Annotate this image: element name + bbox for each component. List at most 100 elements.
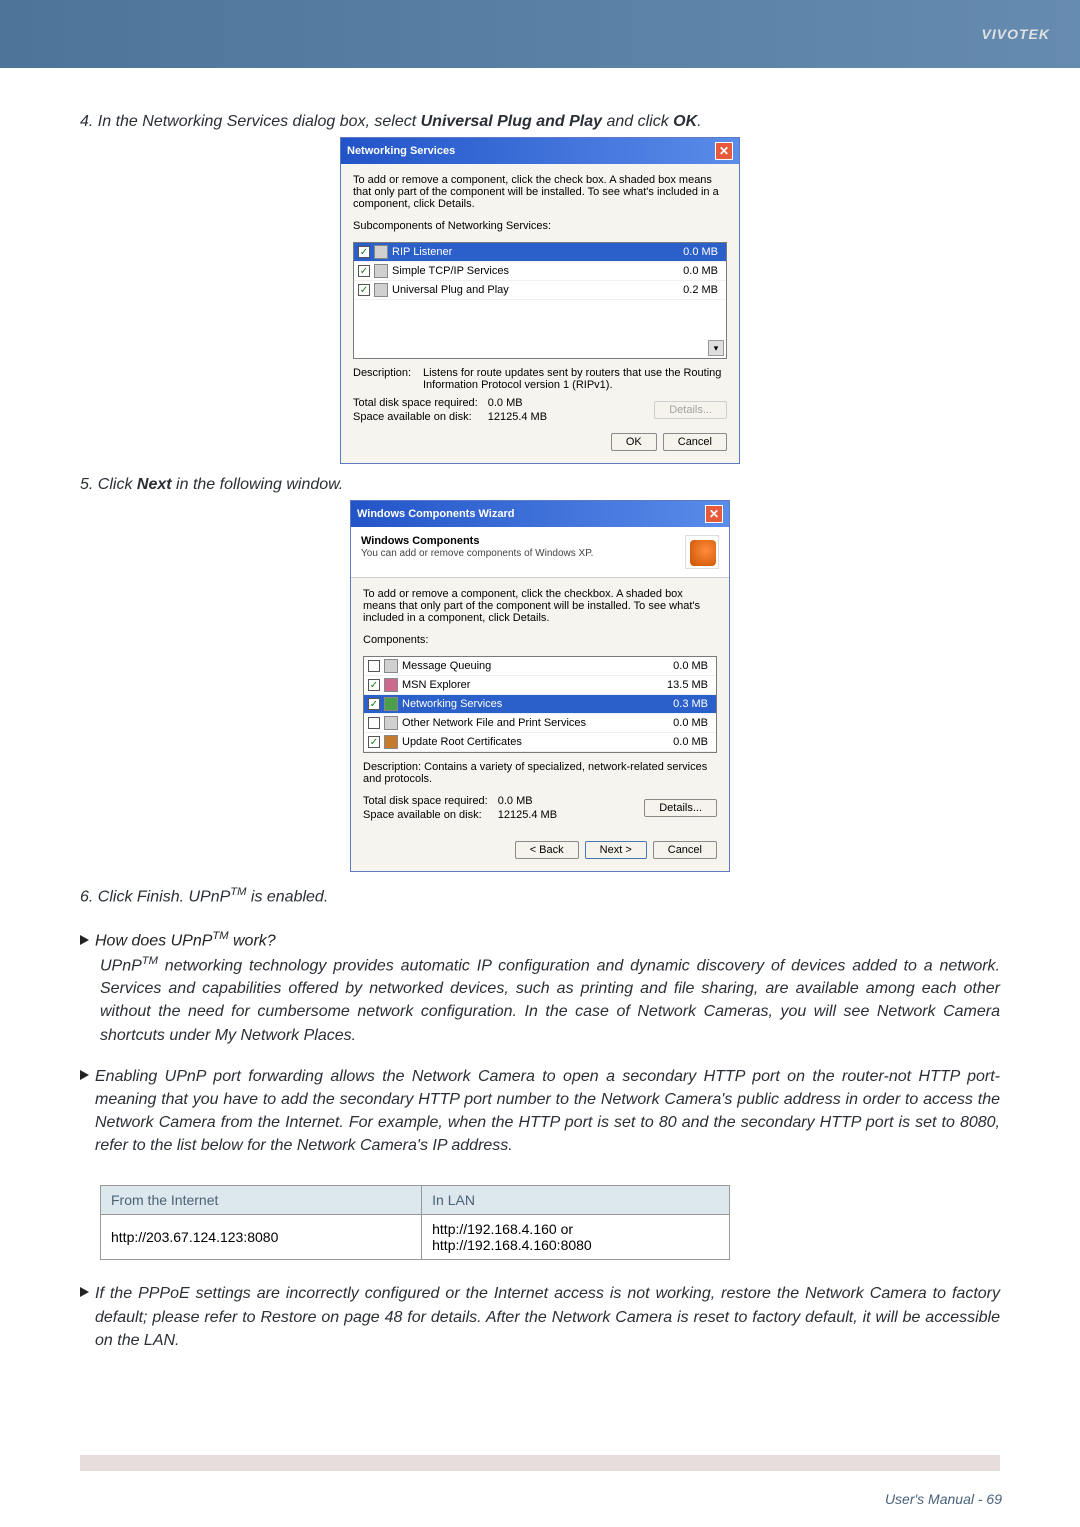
close-icon[interactable]: ✕ [705, 505, 723, 523]
dialog2-subtitle: Windows Components [361, 535, 593, 547]
page-footer: User's Manual - 69 [885, 1491, 1002, 1507]
windows-components-wizard-dialog: Windows Components Wizard ✕ Windows Comp… [350, 500, 730, 872]
dialog1-space-row: Total disk space required: Space availab… [353, 397, 727, 423]
close-icon[interactable]: ✕ [715, 142, 733, 160]
list-item[interactable]: ✓ RIP Listener 0.0 MB [354, 243, 726, 262]
component-icon [384, 716, 398, 730]
bullet-arrow-icon [80, 1287, 89, 1297]
q1-suffix: work? [229, 933, 276, 950]
checkbox-icon[interactable]: ✓ [368, 660, 380, 672]
dialog2-description: Description: Contains a variety of speci… [363, 761, 717, 785]
step4-mid: and click [602, 113, 673, 130]
q1-sup: TM [212, 930, 228, 942]
list-item-label: Update Root Certificates [402, 736, 656, 748]
dialog1-footer: OK Cancel [353, 433, 727, 451]
total-space-label: Total disk space required: [363, 795, 488, 807]
list-item-label: Simple TCP/IP Services [392, 265, 666, 277]
dialog2-intro: To add or remove a component, click the … [363, 588, 717, 624]
total-space-value: 0.0 MB [498, 795, 557, 807]
list-item[interactable]: ✓ Networking Services 0.3 MB [364, 695, 716, 714]
description-value: Listens for route updates sent by router… [423, 367, 727, 391]
component-icon [384, 659, 398, 673]
step4-suffix: . [697, 113, 701, 130]
table-cell-internet: http://203.67.124.123:8080 [101, 1215, 422, 1260]
avail-space-value: 12125.4 MB [488, 411, 547, 423]
step4-bold2: OK [673, 113, 697, 130]
cancel-button[interactable]: Cancel [663, 433, 727, 451]
list-item-label: Other Network File and Print Services [402, 717, 656, 729]
question-row: How does UPnPTM work? [80, 930, 1000, 952]
checkbox-icon[interactable]: ✓ [358, 284, 370, 296]
list-item-label: Universal Plug and Play [392, 284, 666, 296]
step6-sup: TM [230, 886, 246, 898]
checkbox-icon[interactable]: ✓ [368, 679, 380, 691]
dialog1-sublabel: Subcomponents of Networking Services: [353, 220, 727, 232]
table-cell-lan-line2: http://192.168.4.160:8080 [432, 1237, 592, 1253]
list-item[interactable]: ✓ MSN Explorer 13.5 MB [364, 676, 716, 695]
checkbox-icon[interactable]: ✓ [358, 265, 370, 277]
para2: Enabling UPnP port forwarding allows the… [95, 1065, 1000, 1158]
list-item[interactable]: ✓ Simple TCP/IP Services 0.0 MB [354, 262, 726, 281]
header-bar: VIVOTEK [0, 0, 1080, 68]
checkbox-icon[interactable]: ✓ [358, 246, 370, 258]
description-label: Description: [363, 761, 421, 773]
component-icon [374, 264, 388, 278]
component-icon [374, 283, 388, 297]
list-item-label: RIP Listener [392, 246, 666, 258]
checkbox-icon[interactable]: ✓ [368, 717, 380, 729]
next-button[interactable]: Next > [585, 841, 647, 859]
details-button[interactable]: Details... [654, 401, 727, 419]
list-item-label: MSN Explorer [402, 679, 656, 691]
bottom-divider [80, 1455, 1000, 1471]
q1-prefix: How does UPnP [95, 933, 212, 950]
total-space-label: Total disk space required: [353, 397, 478, 409]
scroll-down-icon[interactable]: ▾ [708, 340, 724, 356]
para1-a: UPnP [100, 957, 142, 974]
list-item[interactable]: ✓ Update Root Certificates 0.0 MB [364, 733, 716, 752]
checkbox-icon[interactable]: ✓ [368, 736, 380, 748]
table-cell-lan: http://192.168.4.160 or http://192.168.4… [422, 1215, 730, 1260]
dialog2-subdesc: You can add or remove components of Wind… [361, 548, 593, 559]
step6-suffix: is enabled. [246, 888, 328, 905]
component-icon [384, 735, 398, 749]
step6-bold: Finish [137, 888, 180, 905]
total-space-value: 0.0 MB [488, 397, 547, 409]
details-button[interactable]: Details... [644, 799, 717, 817]
step6-text: 6. Click Finish. UPnPTM is enabled. [80, 886, 1000, 906]
dialog2-complabel: Components: [363, 634, 717, 646]
dialog2-footer: < Back Next > Cancel [351, 833, 729, 871]
avail-space-label: Space available on disk: [363, 809, 488, 821]
table-header-internet: From the Internet [101, 1186, 422, 1215]
list-item[interactable]: ✓ Universal Plug and Play 0.2 MB [354, 281, 726, 300]
step6-mid: . UPnP [180, 888, 231, 905]
step5-suffix: in the following window. [172, 476, 344, 493]
step6-prefix: 6. Click [80, 888, 137, 905]
para1-sup: TM [142, 955, 158, 967]
cancel-button[interactable]: Cancel [653, 841, 717, 859]
list-item-label: Networking Services [402, 698, 656, 710]
checkbox-icon[interactable]: ✓ [368, 698, 380, 710]
step4-bold1: Universal Plug and Play [421, 113, 602, 130]
dialog1-header: Networking Services ✕ [341, 138, 739, 164]
list-item-size: 0.3 MB [656, 698, 712, 710]
dialog1-intro: To add or remove a component, click the … [353, 174, 727, 210]
dialog1-body: To add or remove a component, click the … [341, 164, 739, 463]
description-label: Description: [353, 367, 423, 391]
page-content: 4. In the Networking Services dialog box… [0, 68, 1080, 1370]
back-button[interactable]: < Back [515, 841, 579, 859]
step4-prefix: 4. In the Networking Services dialog box… [80, 113, 421, 130]
list-item-size: 0.0 MB [656, 736, 712, 748]
ok-button[interactable]: OK [611, 433, 657, 451]
para3-row: If the PPPoE settings are incorrectly co… [80, 1282, 1000, 1370]
bullet-arrow-icon [80, 935, 89, 945]
list-item-size: 0.0 MB [656, 717, 712, 729]
dialog2-body: To add or remove a component, click the … [351, 578, 729, 833]
list-item-size: 0.2 MB [666, 284, 722, 296]
list-item[interactable]: ✓ Other Network File and Print Services … [364, 714, 716, 733]
component-icon [384, 697, 398, 711]
networking-services-dialog: Networking Services ✕ To add or remove a… [340, 137, 740, 464]
para2-row: Enabling UPnP port forwarding allows the… [80, 1065, 1000, 1176]
list-item[interactable]: ✓ Message Queuing 0.0 MB [364, 657, 716, 676]
list-item-label: Message Queuing [402, 660, 656, 672]
windows-logo-icon [685, 535, 719, 569]
